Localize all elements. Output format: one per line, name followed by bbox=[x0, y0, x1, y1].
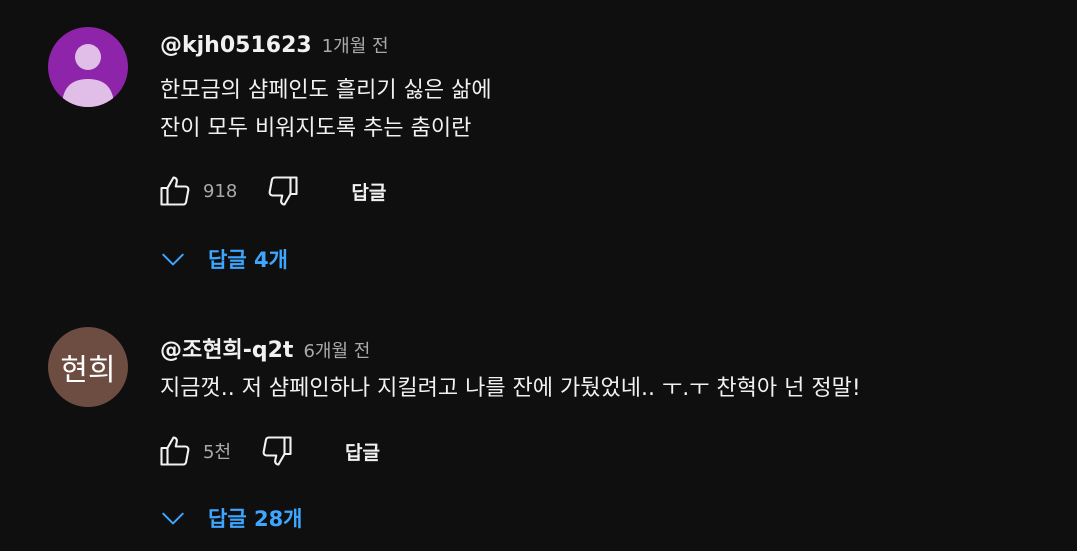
like-count: 918 bbox=[203, 180, 238, 202]
replies-count-label[interactable]: 답글 28개 bbox=[208, 503, 303, 533]
avatar-initials: 현희 bbox=[60, 353, 116, 388]
avatar[interactable]: 현희 bbox=[48, 327, 128, 407]
view-replies-button[interactable]: 답글 28개 bbox=[160, 498, 303, 538]
comment-time[interactable]: 1개월 전 bbox=[322, 32, 389, 58]
like-button[interactable] bbox=[155, 171, 195, 211]
thumb-up-icon bbox=[160, 176, 190, 206]
comment-text-line: 지금껏.. 저 샴페인하나 지킬려고 나를 잔에 가뒀었네.. ㅜ.ㅜ 찬혁아 … bbox=[160, 376, 861, 401]
comment-text: 한모금의 샴페인도 흘리기 싫은 삶에 잔이 모두 비워지도록 추는 춤이란 bbox=[160, 72, 492, 148]
comment-text-line: 잔이 모두 비워지도록 추는 춤이란 bbox=[160, 116, 472, 141]
comment-author[interactable]: @kjh051623 bbox=[160, 33, 312, 58]
comment-actions: 5천 답글 bbox=[155, 431, 380, 471]
reply-button[interactable]: 답글 bbox=[345, 438, 380, 465]
like-count: 5천 bbox=[203, 442, 232, 463]
reply-button[interactable]: 답글 bbox=[351, 178, 386, 205]
comment-text-line: 한모금의 샴페인도 흘리기 싫은 삶에 bbox=[160, 78, 492, 103]
dislike-button[interactable] bbox=[263, 171, 303, 211]
comment-header: @조현희-q2t 6개월 전 bbox=[160, 332, 370, 364]
dislike-button[interactable] bbox=[257, 431, 297, 471]
chevron-down-icon bbox=[162, 512, 184, 525]
thumb-down-icon bbox=[262, 436, 292, 466]
view-replies-button[interactable]: 답글 4개 bbox=[160, 239, 288, 279]
replies-count-label[interactable]: 답글 4개 bbox=[208, 244, 288, 274]
chevron-down-icon bbox=[162, 253, 184, 266]
thumb-down-icon bbox=[268, 176, 298, 206]
thumb-up-icon bbox=[160, 436, 190, 466]
comment-time[interactable]: 6개월 전 bbox=[303, 337, 370, 363]
avatar[interactable] bbox=[48, 27, 128, 107]
like-button[interactable] bbox=[155, 431, 195, 471]
comment-header: @kjh051623 1개월 전 bbox=[160, 32, 389, 58]
person-silhouette-icon bbox=[62, 44, 114, 107]
comment-text: 지금껏.. 저 샴페인하나 지킬려고 나를 잔에 가뒀었네.. ㅜ.ㅜ 찬혁아 … bbox=[160, 370, 861, 408]
comment-author[interactable]: @조현희-q2t bbox=[160, 332, 293, 364]
comment-actions: 918 답글 bbox=[155, 171, 386, 211]
